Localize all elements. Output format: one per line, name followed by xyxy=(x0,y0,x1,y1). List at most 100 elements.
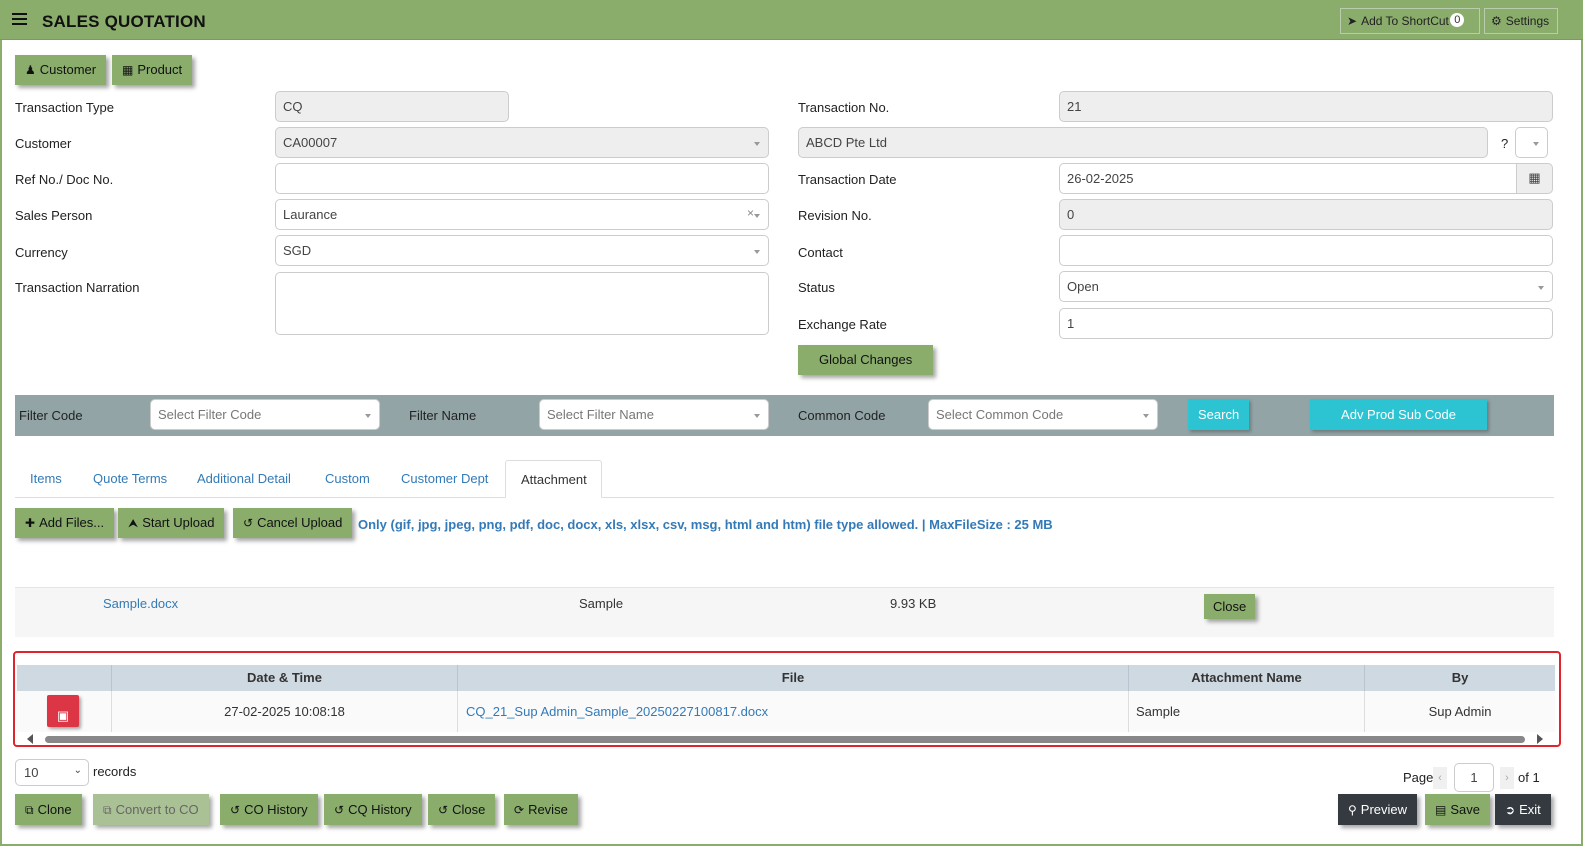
ref-no-input[interactable] xyxy=(275,163,769,194)
page-of-label: of 1 xyxy=(1518,770,1540,785)
revision-no-label: Revision No. xyxy=(798,208,872,223)
filter-name-select[interactable]: Select Filter Name xyxy=(539,399,769,430)
search-button[interactable]: Search xyxy=(1188,399,1250,430)
revise-label: Revise xyxy=(528,802,568,817)
page-input[interactable]: 1 xyxy=(1454,763,1494,792)
global-changes-button[interactable]: Global Changes xyxy=(798,345,934,375)
customer-label: Customer xyxy=(15,136,72,151)
currency-select[interactable]: SGD xyxy=(275,235,769,266)
pending-file-name[interactable]: Sample.docx xyxy=(103,596,178,611)
page-size-select[interactable]: 10 ⌄ xyxy=(15,759,89,786)
calendar-icon[interactable]: ▦ xyxy=(1516,163,1553,194)
co-history-button[interactable]: ↺ CO History xyxy=(220,794,318,825)
adv-prod-sub-code-search-button[interactable]: Adv Prod Sub Code Search xyxy=(1310,399,1487,453)
common-code-label: Common Code xyxy=(798,408,886,423)
contact-label: Contact xyxy=(798,245,843,260)
scroll-left-icon[interactable] xyxy=(27,734,33,744)
clone-label: Clone xyxy=(37,802,72,817)
file-type-note: Only (gif, jpg, jpeg, png, pdf, doc, doc… xyxy=(358,517,1053,532)
tab-customer-dept[interactable]: Customer Dept xyxy=(386,460,503,498)
grid-header-attachment-name[interactable]: Attachment Name xyxy=(1129,665,1365,691)
exit-icon: ➲ xyxy=(1505,803,1516,817)
exit-label: Exit xyxy=(1519,802,1541,817)
add-files-button[interactable]: ✚ Add Files... xyxy=(15,508,115,538)
tab-custom[interactable]: Custom xyxy=(310,460,385,498)
grid-header-datetime[interactable]: Date & Time xyxy=(112,665,458,691)
prev-page-button[interactable]: ‹ xyxy=(1433,767,1447,789)
grid-header: Date & Time File Attachment Name By xyxy=(17,665,1555,691)
grid-header-file[interactable]: File xyxy=(458,665,1129,691)
customer-button[interactable]: ♟ Customer xyxy=(15,55,107,85)
undo-icon: ↺ xyxy=(243,516,254,530)
clear-icon[interactable]: × xyxy=(747,206,754,220)
pending-file-row: Sample.docx Sample 9.93 KB xyxy=(15,587,1554,637)
close-button[interactable]: ↺ Close xyxy=(428,794,496,825)
status-label: Status xyxy=(798,280,835,295)
exchange-rate-label: Exchange Rate xyxy=(798,317,887,332)
start-upload-label: Start Upload xyxy=(142,515,215,530)
chevron-down-icon xyxy=(754,142,760,146)
start-upload-button[interactable]: ⮝ Start Upload xyxy=(118,508,225,538)
transaction-date-input[interactable]: 26-02-2025 xyxy=(1059,163,1517,194)
trash-icon: ▣ xyxy=(56,708,70,723)
chevron-down-icon xyxy=(1538,286,1544,290)
undo-icon: ↺ xyxy=(438,803,449,817)
grid-header-by[interactable]: By xyxy=(1365,665,1555,691)
exit-button[interactable]: ➲ Exit xyxy=(1495,794,1551,825)
settings-label: Settings xyxy=(1505,14,1550,28)
search-icon: ⚲ xyxy=(1348,803,1357,817)
tab-additional-detail[interactable]: Additional Detail xyxy=(182,460,306,498)
history-icon: ↺ xyxy=(230,803,241,817)
sales-person-value: Laurance xyxy=(283,207,338,222)
sales-person-select[interactable]: Laurance × xyxy=(275,199,769,230)
status-select[interactable]: Open xyxy=(1059,271,1553,302)
tab-quote-terms[interactable]: Quote Terms xyxy=(78,460,182,498)
pending-file-close-button[interactable]: Close xyxy=(1204,594,1256,619)
narration-textarea[interactable] xyxy=(275,272,769,335)
grid-cell-by: Sup Admin xyxy=(1428,704,1492,719)
convert-label: Convert to CO xyxy=(115,802,199,817)
records-label: records xyxy=(93,764,137,779)
hamburger-menu-icon[interactable] xyxy=(12,13,27,25)
currency-value: SGD xyxy=(283,243,312,258)
add-to-shortcut-button[interactable]: ➤ Add To ShortCut 0 xyxy=(1340,8,1480,34)
attachment-grid: Date & Time File Attachment Name By ▣ 27… xyxy=(13,651,1561,747)
add-files-label: Add Files... xyxy=(39,515,105,530)
transaction-no-field: 21 xyxy=(1059,91,1553,122)
cancel-upload-button[interactable]: ↺ Cancel Upload xyxy=(233,508,353,538)
page-title: SALES QUOTATION xyxy=(42,12,206,31)
delete-button[interactable]: ▣ xyxy=(47,695,79,727)
copy-icon: ⧉ xyxy=(25,803,34,817)
next-page-button[interactable]: › xyxy=(1500,767,1514,789)
customer-button-label: Customer xyxy=(39,62,97,77)
save-button[interactable]: ▤ Save xyxy=(1425,794,1490,825)
clone-button[interactable]: ⧉ Clone xyxy=(15,794,82,825)
rocket-icon: ➤ xyxy=(1347,14,1358,28)
customer-select[interactable]: CA00007 xyxy=(275,127,769,158)
horizontal-scrollbar[interactable] xyxy=(45,736,1525,743)
cq-history-button[interactable]: ↺ CQ History xyxy=(324,794,422,825)
shortcut-label: Add To ShortCut xyxy=(1361,14,1449,28)
tab-items[interactable]: Items xyxy=(15,460,77,498)
pending-file-attachment: Sample xyxy=(579,596,624,611)
contact-input[interactable] xyxy=(1059,235,1553,266)
filter-name-placeholder: Select Filter Name xyxy=(547,407,654,422)
revise-button[interactable]: ⟳ Revise xyxy=(504,794,578,825)
transaction-type-field: CQ xyxy=(275,91,509,122)
product-button[interactable]: ▦ Product xyxy=(112,55,193,85)
filter-code-select[interactable]: Select Filter Code xyxy=(150,399,380,430)
exchange-rate-input[interactable]: 1 xyxy=(1059,308,1553,339)
convert-to-co-button[interactable]: ⧉ Convert to CO xyxy=(93,794,209,825)
customer-options-select[interactable] xyxy=(1515,127,1548,158)
grid-cell-file-link[interactable]: CQ_21_Sup Admin_Sample_20250227100817.do… xyxy=(458,691,1129,732)
preview-button[interactable]: ⚲ Preview xyxy=(1338,794,1418,825)
scroll-right-icon[interactable] xyxy=(1537,734,1543,744)
settings-button[interactable]: ⚙ Settings xyxy=(1484,8,1558,34)
help-icon[interactable]: ? xyxy=(1501,136,1508,151)
filter-code-placeholder: Select Filter Code xyxy=(158,407,262,422)
transaction-type-label: Transaction Type xyxy=(15,100,114,115)
tab-attachment[interactable]: Attachment xyxy=(505,460,602,498)
common-code-select[interactable]: Select Common Code xyxy=(928,399,1158,430)
transaction-no-label: Transaction No. xyxy=(798,100,890,115)
chevron-down-icon xyxy=(1533,142,1539,146)
